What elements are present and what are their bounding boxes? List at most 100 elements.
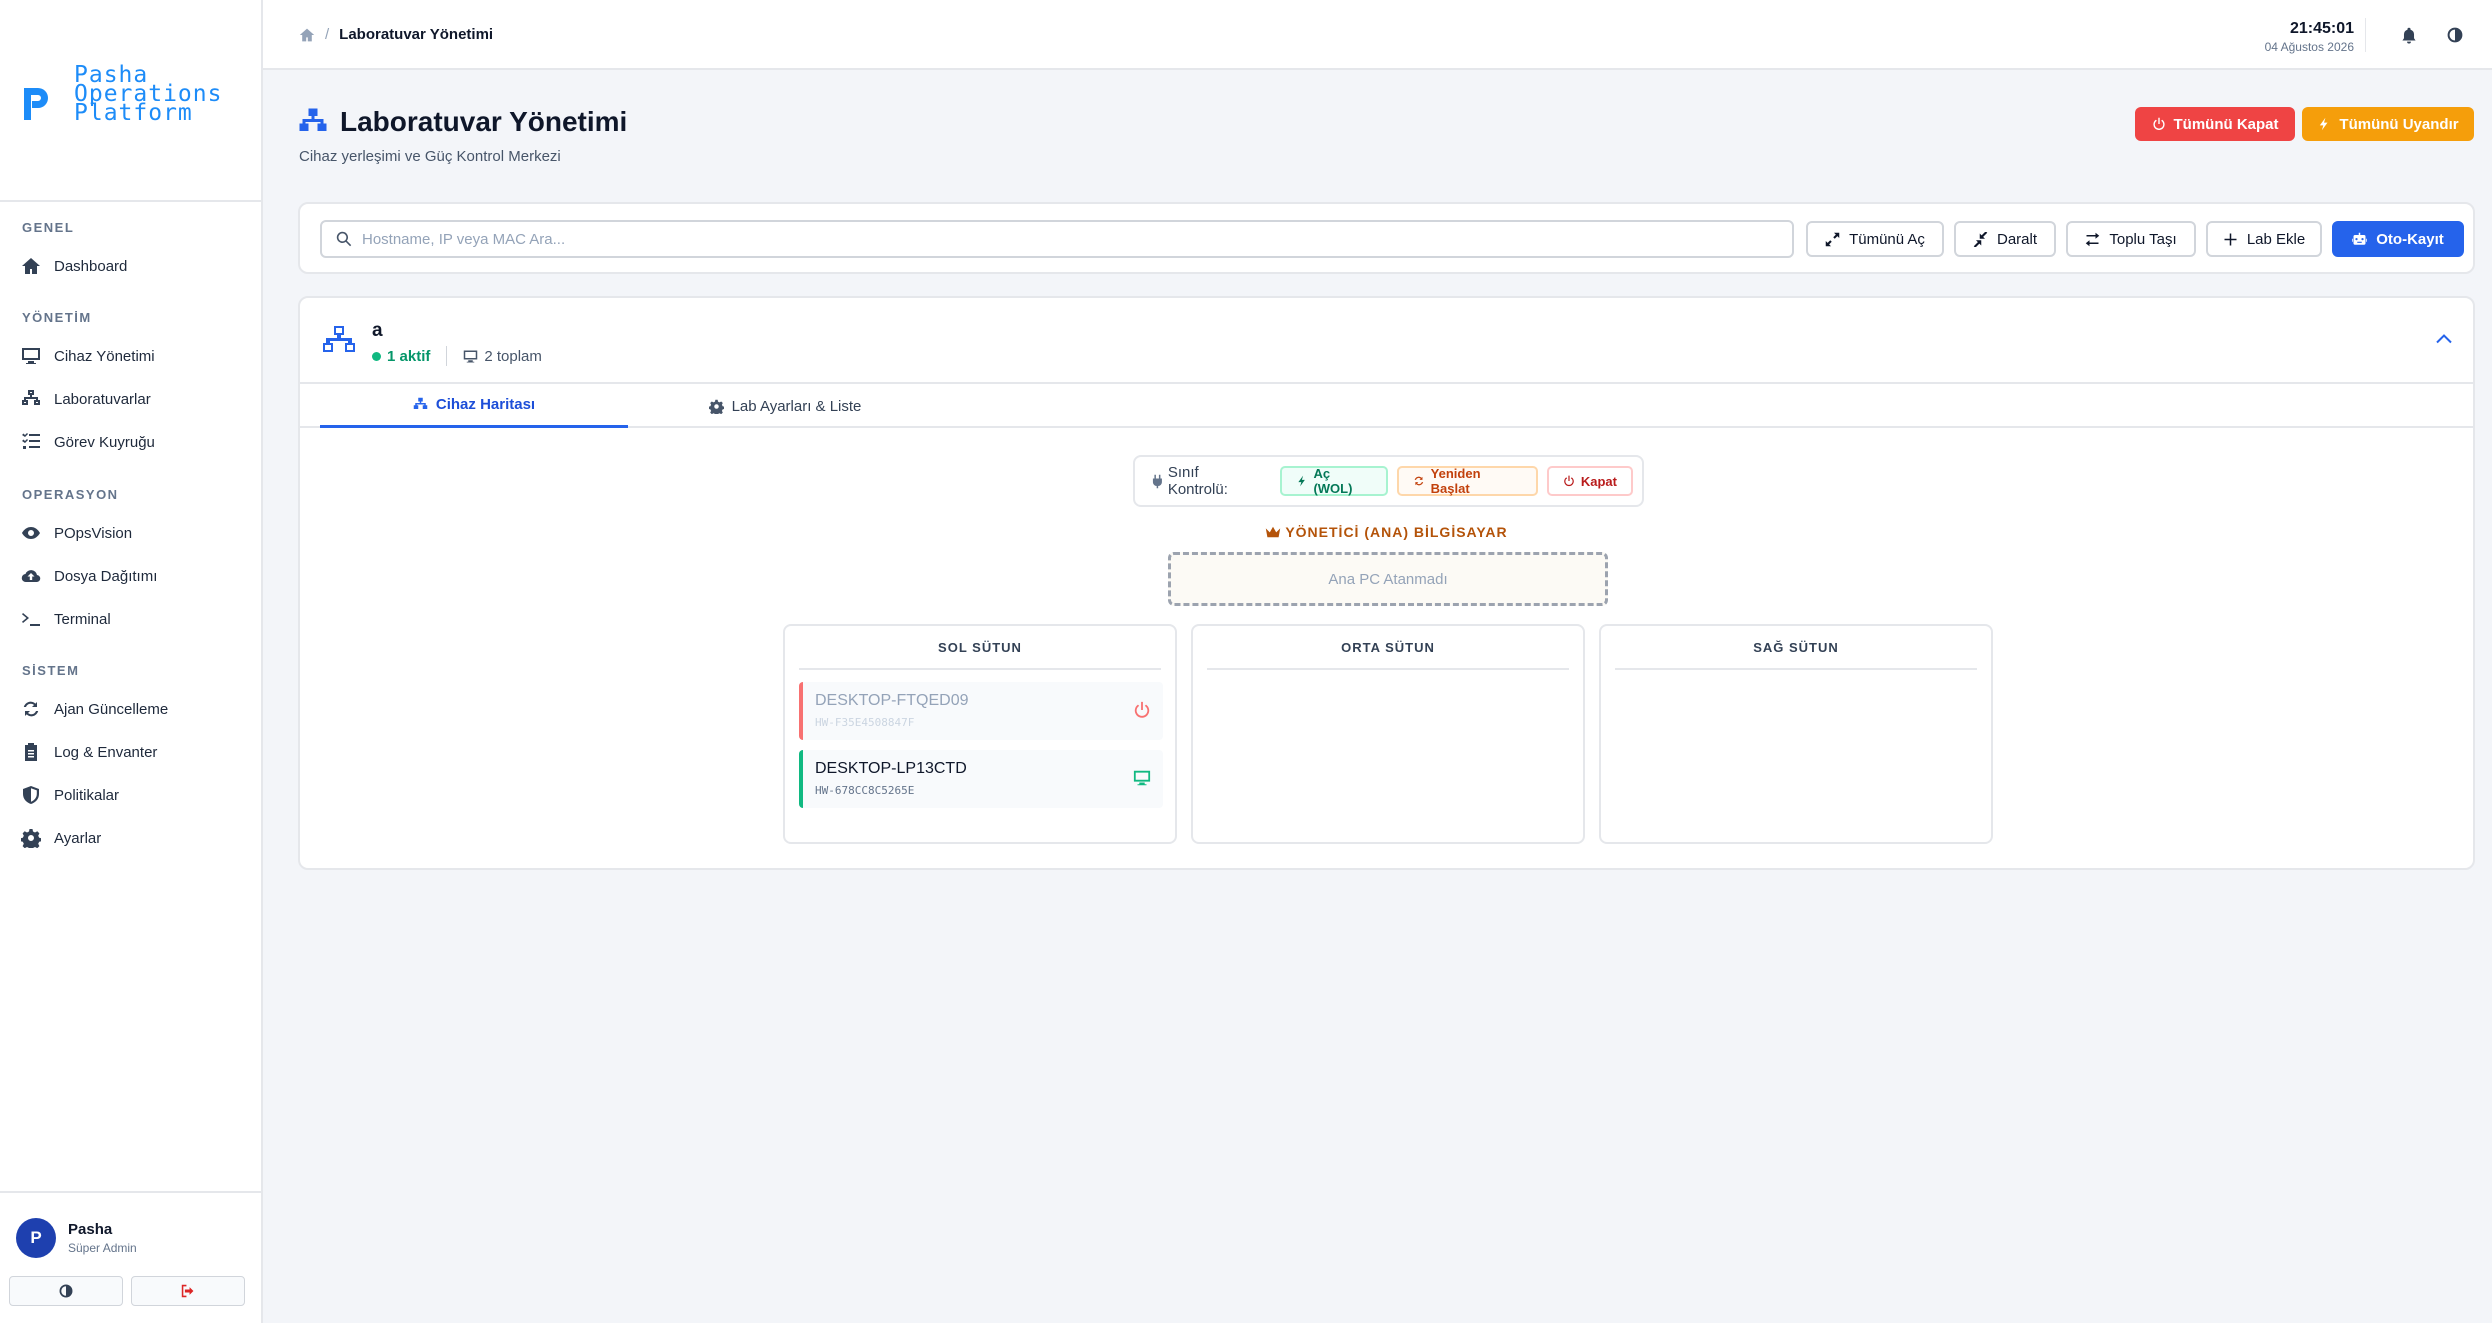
clock: 21:45:01 04 Ağustos 2026 [2265,20,2354,54]
topbar-divider [2365,18,2366,52]
breadcrumb-separator: / [325,26,330,43]
network-icon [322,324,356,358]
lab-tabs: Cihaz Haritası Lab Ayarları & Liste [300,384,2473,428]
page-subtitle: Cihaz yerleşimi ve Güç Kontrol Merkezi [299,148,561,165]
class-control-text: Sınıf Kontrolü: [1167,464,1228,498]
contrast-icon [2447,27,2463,43]
sidebar-item-laboratuvarlar[interactable]: Laboratuvarlar [20,381,250,417]
right-column[interactable]: SAĞ SÜTUN [1599,624,1993,844]
page-title-text: Laboratuvar Yönetimi [340,106,628,137]
expand-all-label: Tümünü Aç [1849,230,1925,248]
breadcrumb: / Laboratuvar Yönetimi [299,26,493,43]
sidebar-item-ajan-guncelleme[interactable]: Ajan Güncelleme [20,691,250,727]
sidebar-divider [0,200,263,202]
sidebar-item-dosya-dagitimi[interactable]: Dosya Dağıtımı [20,558,250,594]
gear-icon [20,827,42,849]
column-title: SAĞ SÜTUN [1615,640,1977,670]
gear-icon [708,399,724,414]
lab-header[interactable]: a 1 aktif 2 toplam [300,298,2473,384]
device-hostname: DESKTOP-LP13CTD [815,760,967,777]
add-lab-button[interactable]: Lab Ekle [2206,221,2322,257]
crown-icon [1266,526,1281,538]
network-icon [299,108,327,131]
power-icon [1564,475,1574,487]
clock-date: 04 Ağustos 2026 [2264,40,2354,54]
sidebar-item-label: Dosya Dağıtımı [54,567,158,585]
shutdown-all-button[interactable]: Tümünü Kapat [2135,107,2295,141]
total-count-group: 2 toplam [463,348,542,365]
restart-button[interactable]: Yeniden Başlat [1396,466,1538,496]
class-control-panel: Sınıf Kontrolü: Aç (WOL) Yeniden Başlat … [1133,455,1644,507]
sidebar-item-terminal[interactable]: Terminal [20,601,250,637]
monitor-icon [20,345,42,367]
user-profile[interactable]: P Pasha Süper Admin [16,1218,137,1258]
tab-label: Cihaz Haritası [435,396,536,413]
logo-mark-icon [24,88,48,120]
tab-lab-settings[interactable]: Lab Ayarları & Liste [630,384,940,428]
top-bar: / Laboratuvar Yönetimi 21:45:01 04 Ağust… [263,0,2492,70]
device-card[interactable]: DESKTOP-LP13CTD HW-678CC8C5265E [799,750,1163,808]
eye-icon [20,522,42,544]
admin-pc-title-text: YÖNETİCİ (ANA) BİLGİSAYAR [1285,524,1508,540]
plus-icon [2224,233,2237,245]
search-input[interactable] [362,230,1762,248]
sync-icon [1414,476,1424,486]
chevron-up-icon [2436,334,2452,344]
sidebar-item-politikalar[interactable]: Politikalar [20,777,250,813]
sidebar-item-popsvision[interactable]: POpsVision [20,515,250,551]
shutdown-all-label: Tümünü Kapat [2173,115,2279,133]
device-hostname: DESKTOP-FTQED09 [815,692,969,709]
add-lab-label: Lab Ekle [2246,230,2306,248]
total-count: 2 toplam [484,347,542,365]
lab-card: a 1 aktif 2 toplam Cihaz Haritası Lab Ay… [298,296,2475,870]
app-logo[interactable]: Pasha Operations Platform [20,64,222,128]
sidebar-item-label: Politikalar [54,786,120,804]
lab-name: a [372,320,383,341]
bulk-move-button[interactable]: Toplu Taşı [2066,221,2196,257]
collapse-button[interactable]: Daralt [1954,221,2056,257]
tab-device-map[interactable]: Cihaz Haritası [320,384,628,428]
cloud-upload-icon [20,565,42,587]
sidebar-item-ayarlar[interactable]: Ayarlar [20,820,250,856]
terminal-icon [20,608,42,630]
wake-all-button[interactable]: Tümünü Uyandır [2302,107,2474,141]
sidebar-item-dashboard[interactable]: Dashboard [20,248,250,284]
device-status-bar [799,682,803,740]
sidebar-item-gorev-kuyrugu[interactable]: Görev Kuyruğu [20,424,250,460]
active-count: 1 aktif [387,347,431,365]
sidebar-item-label: Ayarlar [54,829,102,847]
sidebar-divider-bottom [0,1191,263,1193]
robot-icon [2352,232,2368,245]
sidebar-item-label: Dashboard [54,257,128,275]
admin-pc-slot[interactable]: Ana PC Atanmadı [1168,552,1608,606]
sidebar-item-label: Laboratuvarlar [54,390,151,408]
sidebar-item-label: Cihaz Yönetimi [54,347,155,365]
bulk-move-label: Toplu Taşı [2109,230,2177,248]
expand-all-button[interactable]: Tümünü Aç [1806,221,1944,257]
desktop-icon [1133,770,1151,786]
compress-icon [1973,231,1988,247]
search-icon [336,231,352,247]
sidebar-item-log-envanter[interactable]: Log & Envanter [20,734,250,770]
home-icon[interactable] [299,27,315,43]
user-role: Süper Admin [68,1241,137,1255]
power-icon [2152,117,2165,131]
nav-section-genel: GENEL [22,220,75,235]
theme-toggle-button[interactable] [2444,24,2466,46]
power-off-button[interactable]: Kapat [1546,466,1633,496]
auto-register-button[interactable]: Oto-Kayıt [2332,221,2464,257]
middle-column[interactable]: ORTA SÜTUN [1191,624,1585,844]
wol-button[interactable]: Aç (WOL) [1279,466,1388,496]
stat-divider [446,346,448,366]
logout-button[interactable] [131,1276,245,1306]
theme-toggle-button[interactable] [9,1276,123,1306]
left-column[interactable]: SOL SÜTUN DESKTOP-FTQED09 HW-F35E4508847… [783,624,1177,844]
notifications-button[interactable] [2398,24,2420,46]
device-card[interactable]: DESKTOP-FTQED09 HW-F35E4508847F [799,682,1163,740]
collapse-lab-button[interactable] [2431,326,2457,352]
clock-time: 21:45:01 [2289,20,2354,37]
collapse-label: Daralt [1996,230,2037,248]
sidebar-item-label: Log & Envanter [54,743,158,761]
sidebar-item-cihaz-yonetimi[interactable]: Cihaz Yönetimi [20,338,250,374]
nav-section-yonetim: YÖNETİM [22,310,92,325]
